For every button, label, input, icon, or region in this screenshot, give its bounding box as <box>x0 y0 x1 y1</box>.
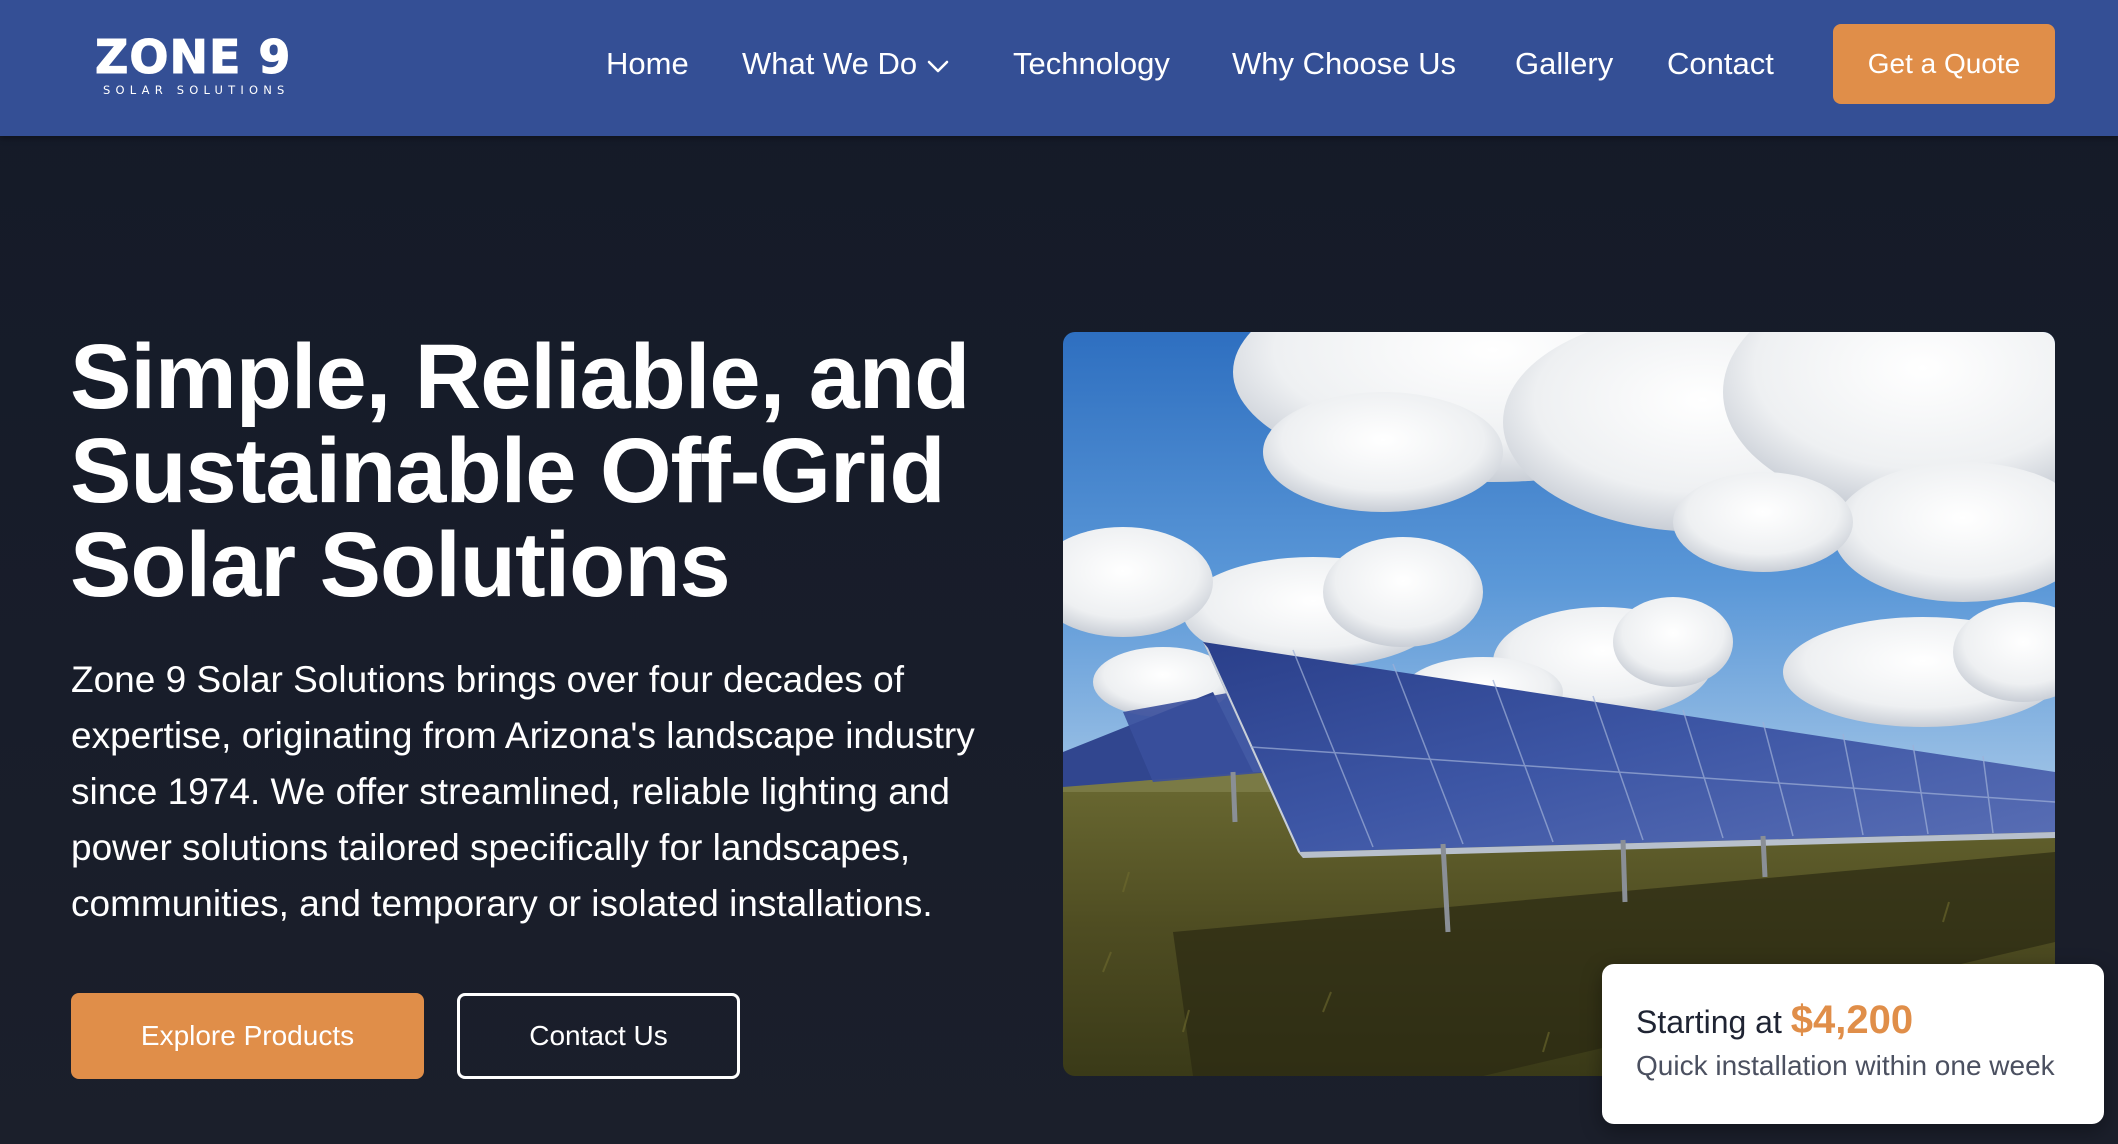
price-note: Quick installation within one week <box>1636 1050 2055 1081</box>
get-a-quote-button[interactable]: Get a Quote <box>1833 24 2055 104</box>
navbar: ZONE 9 SOLAR SOLUTIONS Home What We Do T… <box>0 0 2118 136</box>
hero-title-line: Sustainable Off-Grid <box>70 420 946 522</box>
hero-description: Zone 9 Solar Solutions brings over four … <box>71 652 1061 932</box>
hero-description-line: expertise, originating from Arizona's la… <box>71 715 975 756</box>
nav-item-label: What We Do <box>742 46 918 81</box>
nav-item-technology[interactable]: Technology <box>1013 44 1170 84</box>
brand-name: ZONE 9 <box>95 30 292 84</box>
nav-item-home[interactable]: Home <box>606 44 689 84</box>
hero-title: Simple, Reliable, and Sustainable Off-Gr… <box>70 330 1030 612</box>
hero-description-line: power solutions tailored specifically fo… <box>71 827 911 868</box>
price-card: Starting at $4,200 Quick installation wi… <box>1602 964 2104 1124</box>
price-line: Starting at $4,200 <box>1636 998 2104 1044</box>
price-amount: $4,200 <box>1790 998 1914 1042</box>
page: ZONE 9 SOLAR SOLUTIONS Home What We Do T… <box>0 0 2118 1144</box>
hero-description-line: communities, and temporary or isolated i… <box>71 883 933 924</box>
brand-logo[interactable]: ZONE 9 SOLAR SOLUTIONS <box>95 30 295 98</box>
brand-tagline: SOLAR SOLUTIONS <box>103 83 290 97</box>
hero-title-line: Solar Solutions <box>70 514 731 616</box>
hero-description-line: since 1974. We offer streamlined, reliab… <box>71 771 950 812</box>
explore-products-button[interactable]: Explore Products <box>71 993 424 1079</box>
contact-us-button[interactable]: Contact Us <box>457 993 740 1079</box>
nav-item-what-we-do[interactable]: What We Do <box>742 44 949 84</box>
nav-item-why-choose-us[interactable]: Why Choose Us <box>1232 44 1456 84</box>
hero-description-line: Zone 9 Solar Solutions brings over four … <box>71 659 904 700</box>
nav-item-contact[interactable]: Contact <box>1667 44 1774 84</box>
nav-item-gallery[interactable]: Gallery <box>1515 44 1613 84</box>
price-prefix: Starting at <box>1636 1004 1782 1040</box>
hero-title-line: Simple, Reliable, and <box>70 326 970 428</box>
chevron-down-icon <box>927 44 949 84</box>
